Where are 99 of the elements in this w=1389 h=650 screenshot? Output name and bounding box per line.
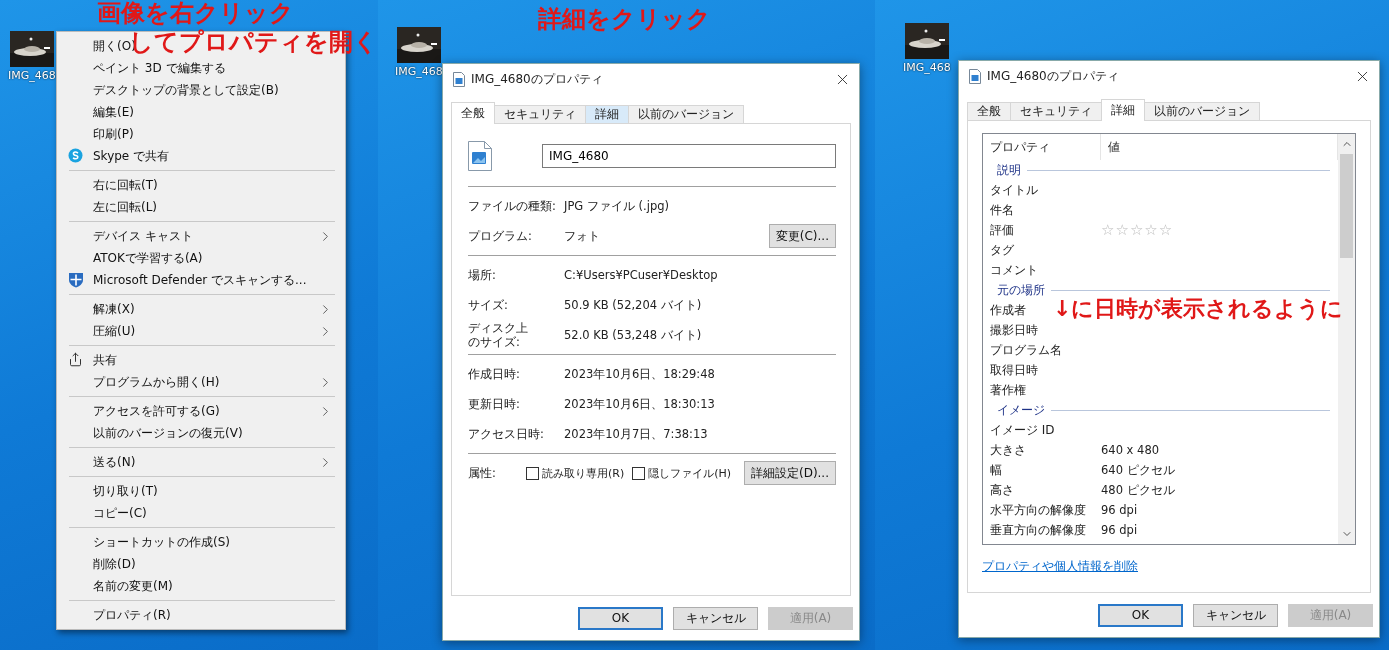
field-label: プログラム:	[468, 228, 533, 244]
group-heading: 元の場所	[997, 282, 1045, 298]
field-label: 属性:	[468, 465, 497, 481]
property-name: 大きさ	[990, 441, 1026, 459]
tab[interactable]: 詳細	[585, 105, 629, 124]
file-name: IMG_468	[903, 61, 951, 74]
field-label: アクセス日時:	[468, 426, 545, 442]
image-file-icon	[453, 71, 465, 87]
field-label: のサイズ:	[468, 335, 521, 350]
field-label: ディスク上	[468, 320, 529, 335]
tab[interactable]: セキュリティ	[494, 105, 586, 124]
menu-item[interactable]: 印刷(P)	[93, 126, 134, 141]
property-value: 96 dpi	[1101, 523, 1138, 537]
property-name: 水平方向の解像度	[990, 501, 1086, 519]
property-name: タグ	[990, 241, 1014, 259]
field-value: 50.9 KB (52,204 バイト)	[564, 297, 703, 313]
property-value: 96 dpi	[1101, 503, 1138, 517]
group-heading: イメージ	[997, 402, 1045, 418]
tab[interactable]: 全般	[451, 102, 495, 124]
field-value: 2023年10月7日、7:38:13	[564, 426, 709, 442]
menu-item[interactable]: 右に回転(T)	[93, 177, 158, 192]
file-name: IMG_468	[8, 69, 56, 82]
menu-item[interactable]: アクセスを許可する(G)	[93, 403, 220, 418]
menu-item[interactable]: 以前のバージョンの復元(V)	[93, 425, 243, 440]
image-file-icon	[969, 68, 981, 84]
menu-item[interactable]: 圧縮(U)	[93, 323, 136, 338]
tab[interactable]: 以前のバージョン	[628, 105, 744, 124]
menu-item[interactable]: デスクトップの背景として設定(B)	[93, 82, 279, 97]
menu-item[interactable]: コピー(C)	[93, 505, 147, 520]
field-label: 更新日時:	[468, 396, 521, 412]
field-label: 場所:	[468, 267, 497, 283]
property-value: 640 x 480	[1101, 443, 1160, 457]
property-name: プログラム名	[990, 341, 1062, 359]
property-name: 件名	[990, 201, 1014, 219]
checkbox[interactable]: 読み取り専用(R)	[526, 465, 625, 481]
menu-item[interactable]: 解凍(X)	[93, 301, 135, 316]
property-name: 取得日時	[990, 361, 1038, 379]
annotation: 画像を右クリック	[97, 0, 294, 28]
property-name: 垂直方向の解像度	[990, 521, 1086, 539]
menu-item[interactable]: 共有	[93, 352, 117, 367]
menu-item[interactable]: Skype で共有	[93, 148, 170, 163]
field-value: JPG ファイル (.jpg)	[564, 198, 670, 214]
property-name: 評価	[990, 221, 1014, 239]
shield-icon	[68, 272, 84, 288]
remove-properties-link[interactable]: プロパティや個人情報を削除	[982, 559, 1138, 574]
scrollbar-thumb[interactable]	[1340, 154, 1353, 258]
menu-item[interactable]: ATOKで学習する(A)	[93, 250, 203, 265]
property-name: 高さ	[990, 481, 1014, 499]
skype-icon	[68, 148, 83, 163]
property-value: 640 ピクセル	[1101, 462, 1175, 478]
menu-item[interactable]: ペイント 3D で編集する	[93, 60, 226, 75]
field-label: 作成日時:	[468, 366, 521, 382]
property-name: 作成者	[990, 301, 1026, 319]
dialog-button[interactable]: キャンセル	[673, 606, 758, 630]
image-file-icon	[468, 141, 492, 171]
tab[interactable]: セキュリティ	[1010, 102, 1102, 121]
file-name: IMG_468	[395, 65, 443, 78]
property-value: 480 ピクセル	[1101, 482, 1175, 498]
menu-item[interactable]: ショートカットの作成(S)	[93, 534, 230, 549]
field-value: 2023年10月6日、18:30:13	[564, 396, 716, 412]
annotation-text: ↓に日時が表示されるように	[1053, 296, 1344, 322]
field-label: サイズ:	[468, 297, 509, 313]
field-value: フォト	[564, 228, 601, 244]
menu-item[interactable]: 左に回転(L)	[93, 199, 158, 214]
column-header[interactable]: プロパティ	[983, 134, 1101, 160]
menu-item[interactable]: デバイス キャスト	[93, 228, 193, 243]
menu-item[interactable]: 名前の変更(M)	[93, 578, 173, 593]
menu-item[interactable]: プロパティ(R)	[93, 607, 171, 622]
property-name: 著作権	[990, 381, 1026, 399]
file-name-field[interactable]: IMG_4680	[542, 144, 836, 168]
property-name: 撮影日時	[990, 321, 1038, 339]
menu-item[interactable]: 送る(N)	[93, 454, 136, 469]
dialog-button[interactable]: キャンセル	[1193, 603, 1278, 627]
field-value: 52.0 KB (53,248 バイト)	[564, 327, 703, 343]
menu-item[interactable]: Microsoft Defender でスキャンする...	[93, 272, 307, 287]
tab[interactable]: 詳細	[1101, 99, 1145, 121]
menu-item[interactable]: 切り取り(T)	[93, 483, 158, 498]
property-name: 幅	[990, 461, 1002, 479]
share-icon	[68, 352, 83, 367]
tab[interactable]: 以前のバージョン	[1144, 102, 1260, 121]
field-value: C:¥Users¥PCuser¥Desktop	[564, 268, 719, 282]
checkbox[interactable]: 隠しファイル(H)	[632, 465, 732, 481]
annotation: 詳細をクリック	[538, 6, 711, 34]
menu-item[interactable]: 編集(E)	[93, 104, 134, 119]
property-name: コメント	[990, 261, 1038, 279]
advanced-button[interactable]: 詳細設定(D)...	[743, 461, 836, 485]
window-title: IMG_4680のプロパティ	[987, 67, 1120, 85]
property-name: タイトル	[990, 181, 1038, 199]
group-heading: 説明	[997, 162, 1021, 178]
tab[interactable]: 全般	[967, 102, 1011, 121]
ok-button[interactable]: OK	[578, 606, 663, 630]
ok-button[interactable]: OK	[1098, 603, 1183, 627]
property-name: イメージ ID	[990, 421, 1055, 439]
field-value: 2023年10月6日、18:29:48	[564, 366, 716, 382]
menu-item[interactable]: プログラムから開く(H)	[93, 374, 220, 389]
window-title: IMG_4680のプロパティ	[471, 70, 604, 88]
menu-item[interactable]: 削除(D)	[93, 556, 136, 571]
change-button[interactable]: 変更(C)...	[768, 224, 836, 248]
field-label: ファイルの種類:	[468, 198, 557, 214]
